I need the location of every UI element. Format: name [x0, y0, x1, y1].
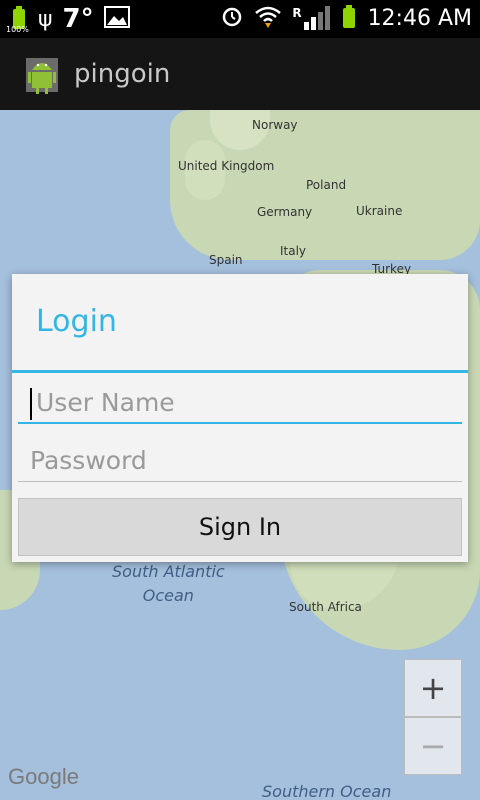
- password-field[interactable]: Password: [18, 440, 462, 482]
- map-label-south-africa: South Africa: [289, 600, 362, 614]
- ocean-label-southern: Southern Ocean: [262, 782, 392, 800]
- google-logo: Google: [8, 764, 79, 789]
- battery-status-icon: [340, 4, 358, 32]
- ocean-label-south-atlantic: South Atlantic Ocean: [112, 562, 225, 605]
- app-title: pingoin: [74, 59, 171, 89]
- username-placeholder: User Name: [36, 388, 175, 417]
- status-bar: 100% ψ 7° R 12:46 AM: [0, 0, 480, 38]
- map-label-italy: Italy: [280, 244, 307, 258]
- password-placeholder: Password: [30, 446, 147, 475]
- roaming-indicator: R: [292, 6, 302, 20]
- zoom-out-button[interactable]: −: [404, 717, 462, 775]
- text-cursor: [30, 388, 32, 420]
- temperature: 7°: [62, 4, 94, 34]
- login-dialog: Login User Name Password Sign In: [12, 274, 468, 562]
- battery-percent: 100%: [6, 25, 29, 34]
- clock: 12:46 AM: [367, 5, 472, 31]
- signal-icon: [303, 6, 330, 30]
- wifi-icon: [254, 4, 282, 32]
- map-label-norway: Norway: [252, 118, 298, 132]
- usb-icon: ψ: [38, 6, 53, 32]
- map-label-ukraine: Ukraine: [356, 204, 403, 218]
- image-icon: [103, 6, 130, 32]
- map-label-spain: Spain: [209, 253, 243, 267]
- map-label-uk: United Kingdom: [178, 159, 275, 173]
- username-field[interactable]: User Name: [18, 382, 462, 424]
- zoom-in-button[interactable]: +: [404, 659, 462, 717]
- dialog-divider: [12, 370, 468, 373]
- alarm-icon: [220, 4, 244, 32]
- battery-icon: 100%: [6, 5, 29, 34]
- map-label-poland: Poland: [306, 178, 347, 192]
- action-bar: pingoin: [0, 38, 480, 110]
- android-icon[interactable]: [22, 52, 62, 96]
- sign-in-button[interactable]: Sign In: [18, 498, 462, 556]
- dialog-title: Login: [36, 304, 117, 339]
- map-label-germany: Germany: [257, 205, 313, 219]
